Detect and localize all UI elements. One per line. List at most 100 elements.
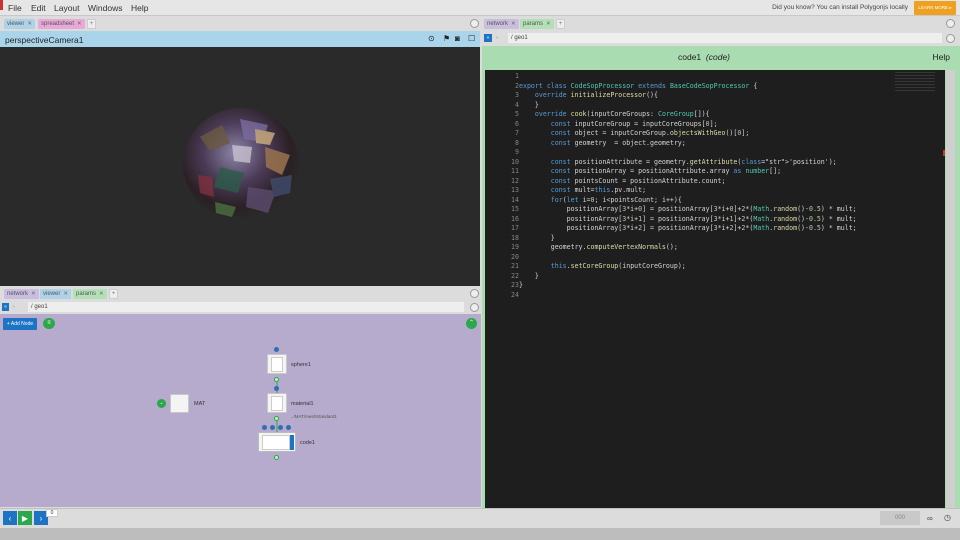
node-input-dot[interactable] [274,347,279,352]
menu-windows[interactable]: Windows [88,3,122,13]
code-text: export class CodeSopProcessor extends Ba… [519,81,758,90]
line-number: 23 [511,281,519,289]
node-type: (code) [705,52,730,62]
node-output-dot[interactable] [274,455,279,460]
line-number: 22 [511,271,519,280]
path-menu-icon[interactable] [946,34,955,43]
path-input[interactable]: / geo1 [28,302,464,312]
tip-text: Did you know? You can install Polygonjs … [772,4,908,11]
menu-file[interactable]: File [8,3,22,13]
path-input[interactable]: / geo1 [508,33,942,43]
frame-counter[interactable]: 0 [46,509,58,517]
tab-spreadsheet[interactable]: spreadsheet ✕ [38,19,85,29]
viewer-tab-strip: viewer ✕ spreadsheet ✕ + [0,17,481,31]
link-icon[interactable]: ∞ [927,514,933,523]
expand-icon[interactable]: ⌄ [157,399,166,408]
node-label-sphere1: sphere1 [291,362,311,368]
node-output-dot[interactable] [274,377,279,382]
learn-more-button[interactable]: LEARN MORE ▸ [914,1,956,15]
code-text: } [519,100,539,109]
line-number: 13 [511,186,519,194]
clock-icon[interactable]: ◷ [944,513,951,522]
display-flag[interactable] [290,435,294,450]
add-tab-button[interactable]: + [556,19,565,29]
node-label-material1: material1 [291,401,314,407]
code-text: const geometry = object.geometry; [550,138,686,147]
node-sphere1[interactable] [267,354,287,374]
line-number: 20 [511,252,519,261]
code-text: positionArray[3*i+2] = positionArray[3*i… [519,224,857,232]
node-body [262,435,290,450]
close-icon[interactable]: ✕ [77,21,82,27]
node-input-dot[interactable] [262,425,267,430]
code-text: const positionAttribute = geometry.getAt… [550,157,837,166]
close-icon[interactable]: ✕ [63,291,68,297]
network-path-bar: « » / geo1 [0,301,481,314]
tab-params[interactable]: params ✕ [520,19,554,29]
node-input-dot[interactable] [278,425,283,430]
close-icon[interactable]: ✕ [31,291,36,297]
node-mat[interactable] [170,394,189,413]
camera-name[interactable]: perspectiveCamera1 [5,35,83,45]
close-icon[interactable]: ✕ [27,21,32,27]
panel-menu-icon[interactable] [470,19,479,28]
close-icon[interactable]: ✕ [99,291,104,297]
forward-icon[interactable]: » [493,34,501,42]
viewport-canvas[interactable] [0,47,480,286]
node-input-dot[interactable] [286,425,291,430]
tab-network[interactable]: network ✕ [4,289,39,299]
params-scrollbar[interactable] [946,70,955,508]
code-text: const mult=this.pv.mult; [550,186,647,194]
back-icon[interactable]: « [2,303,9,311]
node-body [271,396,283,411]
node-name: code1 [678,52,702,62]
menu-layout[interactable]: Layout [54,3,80,13]
menu-help[interactable]: Help [131,3,148,13]
tab-params[interactable]: params ✕ [73,289,107,299]
node-material1[interactable] [267,393,287,413]
close-icon[interactable]: ✕ [511,21,516,27]
help-link[interactable]: Help [933,52,950,62]
line-number: 2 [515,81,519,90]
node-code1[interactable] [258,432,296,452]
tab-viewer[interactable]: viewer ✕ [4,19,35,29]
line-number: 21 [511,262,519,270]
back-icon[interactable]: « [484,34,492,42]
node-input-dot[interactable] [274,386,279,391]
tab-viewer[interactable]: viewer ✕ [40,289,71,299]
node-input-dot[interactable] [270,425,275,430]
add-tab-button[interactable]: + [109,289,118,299]
code-text: positionArray[3*i+1] = positionArray[3*i… [519,214,857,223]
close-icon[interactable]: ✕ [546,21,551,27]
check-circle-icon[interactable]: ⊙ [428,35,436,43]
minimap[interactable] [895,72,935,92]
line-number: 19 [511,243,519,251]
prev-frame-button[interactable]: ‹ [3,511,17,525]
tab-network[interactable]: network ✕ [484,19,519,29]
tab-label: viewer [43,291,61,297]
panel-menu-icon[interactable] [946,19,955,28]
line-number: 15 [511,205,519,213]
flag-icon[interactable]: ⚑ [443,35,451,43]
code-text: const positionArray = positionAttribute.… [550,167,782,175]
tab-label: network [7,291,29,297]
node-output-dot[interactable] [274,416,279,421]
code-text: override initializeProcessor(){ [534,91,658,99]
line-number: 8 [515,138,519,147]
play-button[interactable]: ▶ [18,511,32,525]
line-number: 18 [511,233,519,242]
line-number: 12 [511,176,519,185]
code-text: const pointsCount = positionAttribute.co… [550,176,726,185]
forward-icon[interactable]: » [10,303,17,311]
node-sublabel-material: ../MAT/meshStandard1 [291,414,337,419]
camera-icon[interactable]: ◙ [455,35,463,43]
add-tab-button[interactable]: + [87,19,96,29]
code-editor[interactable]: 1 2 export class CodeSopProcessor extends … [485,70,945,508]
menu-edit[interactable]: Edit [31,3,46,13]
fullscreen-icon[interactable]: ☐ [468,35,476,43]
path-menu-icon[interactable] [470,303,479,312]
network-tab-strip: network ✕ viewer ✕ params ✕ + [0,287,481,301]
panel-menu-icon[interactable] [470,289,479,298]
line-number: 1 [515,72,519,80]
error-marker [943,150,945,156]
